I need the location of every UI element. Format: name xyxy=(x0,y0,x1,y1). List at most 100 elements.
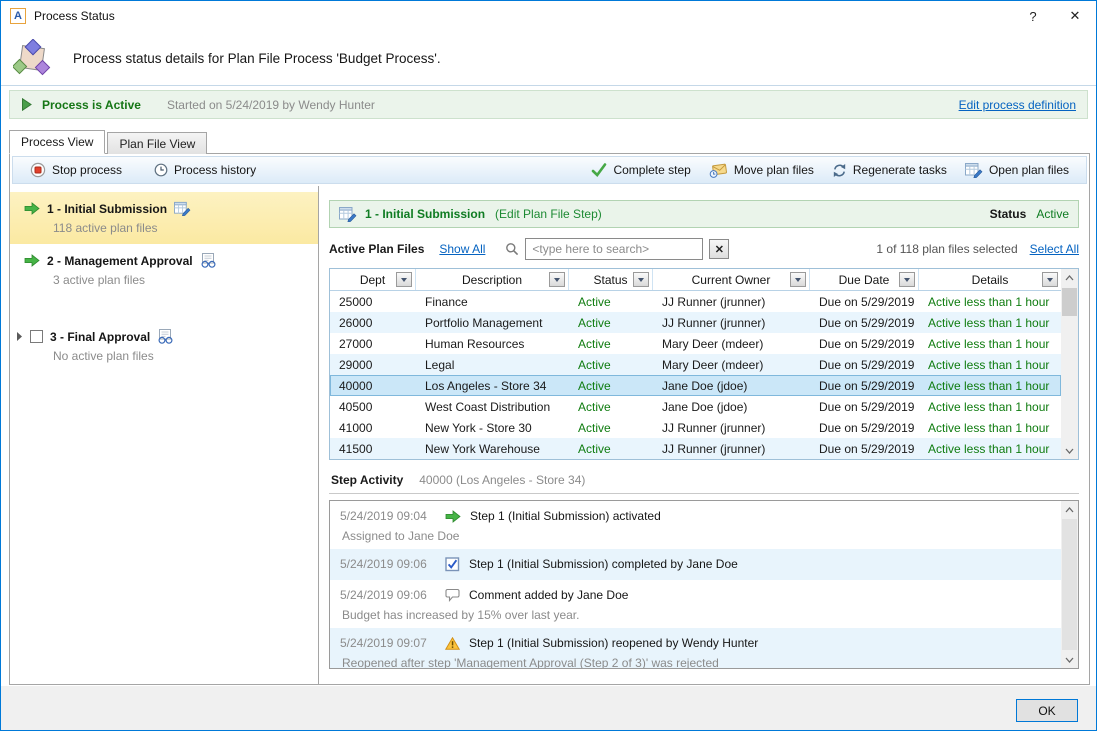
stop-process-button[interactable]: Stop process xyxy=(21,158,131,182)
table-row[interactable]: 41500 New York Warehouse Active JJ Runne… xyxy=(330,438,1061,459)
app-icon: A xyxy=(10,8,26,24)
clock-icon xyxy=(154,163,168,177)
table-scrollbar[interactable] xyxy=(1061,269,1078,459)
activated-arrow-icon xyxy=(445,510,461,523)
play-icon xyxy=(21,98,32,111)
step-activity-log: 5/24/2019 09:04 Step 1 (Initial Submissi… xyxy=(329,500,1079,669)
toolbar: Stop process Process history Complete st… xyxy=(12,156,1087,184)
view-tabs: Process View Plan File View xyxy=(9,130,209,154)
selected-step-header: 1 - Initial Submission (Edit Plan File S… xyxy=(329,200,1079,228)
select-all-link[interactable]: Select All xyxy=(1030,242,1079,256)
column-header-description[interactable]: Description xyxy=(416,269,569,290)
scrollbar-thumb[interactable] xyxy=(1062,288,1077,316)
process-view-pane: Stop process Process history Complete st… xyxy=(9,153,1090,685)
filter-dropdown-icon[interactable] xyxy=(633,272,649,287)
active-plan-files-label: Active Plan Files xyxy=(329,242,424,256)
column-header-status[interactable]: Status xyxy=(569,269,653,290)
active-step-arrow-icon xyxy=(24,202,40,215)
activity-scrollbar[interactable] xyxy=(1061,501,1078,668)
help-button[interactable]: ? xyxy=(1012,1,1054,31)
title-bar: A Process Status ? ✕ xyxy=(1,1,1096,31)
scrollbar-thumb[interactable] xyxy=(1062,519,1077,650)
edit-plan-file-step-link[interactable]: (Edit Plan File Step) xyxy=(495,207,602,221)
dialog-message: Process status details for Plan File Pro… xyxy=(73,51,441,66)
regenerate-tasks-button[interactable]: Regenerate tasks xyxy=(823,158,956,182)
column-header-details[interactable]: Details xyxy=(919,269,1061,290)
plan-files-table: Dept Description Status Current Owner Du… xyxy=(329,268,1079,460)
dialog-header: Process status details for Plan File Pro… xyxy=(1,31,1096,86)
refresh-icon xyxy=(832,163,847,178)
process-steps-panel: 1 - Initial Submission 118 active plan f… xyxy=(10,186,319,684)
table-row[interactable]: 40500 West Coast Distribution Active Jan… xyxy=(330,396,1061,417)
filter-dropdown-icon[interactable] xyxy=(899,272,915,287)
filter-dropdown-icon[interactable] xyxy=(790,272,806,287)
process-status-dialog: A Process Status ? ✕ Process status deta… xyxy=(0,0,1097,731)
step-activity-header: Step Activity 40000 (Los Angeles - Store… xyxy=(329,473,1079,494)
activity-entry[interactable]: 5/24/2019 09:07 Step 1 (Initial Submissi… xyxy=(330,628,1061,668)
process-status-text: Process is Active xyxy=(42,98,141,112)
edit-process-definition-link[interactable]: Edit process definition xyxy=(959,98,1076,112)
active-step-arrow-icon xyxy=(24,254,40,267)
column-header-dept[interactable]: Dept xyxy=(330,269,416,290)
step-item-final-approval[interactable]: 3 - Final Approval No active plan file xyxy=(10,320,318,372)
search-input[interactable] xyxy=(525,238,703,260)
selection-summary: 1 of 118 plan files selected xyxy=(876,242,1017,256)
edit-plan-file-icon[interactable] xyxy=(174,201,191,216)
column-header-current-owner[interactable]: Current Owner xyxy=(653,269,810,290)
table-row[interactable]: 26000 Portfolio Management Active JJ Run… xyxy=(330,312,1061,333)
status-value: Active xyxy=(1036,207,1069,221)
column-header-due-date[interactable]: Due Date xyxy=(810,269,919,290)
review-glasses-icon xyxy=(157,329,174,344)
window-title: Process Status xyxy=(34,9,115,23)
process-workflow-icon xyxy=(13,39,51,77)
expander-icon[interactable] xyxy=(16,331,23,342)
activity-entry[interactable]: 5/24/2019 09:06 Comment added by Jane Do… xyxy=(330,580,1061,628)
scroll-down-icon[interactable] xyxy=(1061,442,1078,459)
step-item-management-approval[interactable]: 2 - Management Approval 3 active plan xyxy=(10,244,318,296)
review-glasses-icon xyxy=(200,253,217,268)
scroll-up-icon[interactable] xyxy=(1061,501,1078,518)
step-checkbox[interactable] xyxy=(30,330,43,343)
plan-files-controls: Active Plan Files Show All ✕ 1 of 118 pl… xyxy=(329,237,1079,261)
check-icon xyxy=(591,163,607,177)
selected-step-title: 1 - Initial Submission xyxy=(365,207,485,221)
table-row-selected[interactable]: 40000 Los Angeles - Store 34 Active Jane… xyxy=(330,375,1061,396)
dialog-footer: OK xyxy=(1,686,1096,730)
complete-step-button[interactable]: Complete step xyxy=(582,158,699,182)
step-item-initial-submission[interactable]: 1 - Initial Submission 118 active plan f… xyxy=(10,192,318,244)
tab-plan-file-view[interactable]: Plan File View xyxy=(107,132,207,154)
table-row[interactable]: 25000 Finance Active JJ Runner (jrunner)… xyxy=(330,291,1061,312)
completed-check-icon xyxy=(445,557,460,572)
open-plan-files-button[interactable]: Open plan files xyxy=(956,158,1078,182)
edit-grid-icon xyxy=(339,206,357,222)
process-status-bar: Process is Active Started on 5/24/2019 b… xyxy=(9,90,1088,119)
activity-entry[interactable]: 5/24/2019 09:06 Step 1 (Initial Submissi… xyxy=(330,549,1061,580)
activity-entry[interactable]: 5/24/2019 09:04 Step 1 (Initial Submissi… xyxy=(330,501,1061,549)
table-header-row: Dept Description Status Current Owner Du… xyxy=(330,269,1061,291)
tab-process-view[interactable]: Process View xyxy=(9,130,105,154)
status-label: Status xyxy=(990,207,1027,221)
search-icon xyxy=(505,242,519,256)
move-plan-files-icon xyxy=(709,162,728,178)
warning-triangle-icon xyxy=(445,637,460,650)
move-plan-files-button[interactable]: Move plan files xyxy=(700,158,823,182)
clear-search-button[interactable]: ✕ xyxy=(709,239,729,259)
comment-bubble-icon xyxy=(445,588,460,602)
filter-dropdown-icon[interactable] xyxy=(396,272,412,287)
step-activity-context: 40000 (Los Angeles - Store 34) xyxy=(419,473,585,487)
table-row[interactable]: 27000 Human Resources Active Mary Deer (… xyxy=(330,333,1061,354)
process-history-button[interactable]: Process history xyxy=(145,158,265,182)
scroll-up-icon[interactable] xyxy=(1061,269,1078,286)
show-all-link[interactable]: Show All xyxy=(439,242,485,256)
step-detail-panel: 1 - Initial Submission (Edit Plan File S… xyxy=(319,186,1089,684)
stop-icon xyxy=(30,162,46,178)
edit-grid-icon xyxy=(965,162,983,178)
table-row[interactable]: 41000 New York - Store 30 Active JJ Runn… xyxy=(330,417,1061,438)
table-row[interactable]: 29000 Legal Active Mary Deer (mdeer) Due… xyxy=(330,354,1061,375)
ok-button[interactable]: OK xyxy=(1016,699,1078,722)
process-started-text: Started on 5/24/2019 by Wendy Hunter xyxy=(167,98,375,112)
filter-dropdown-icon[interactable] xyxy=(1042,272,1058,287)
scroll-down-icon[interactable] xyxy=(1061,651,1078,668)
close-button[interactable]: ✕ xyxy=(1054,1,1096,31)
filter-dropdown-icon[interactable] xyxy=(549,272,565,287)
